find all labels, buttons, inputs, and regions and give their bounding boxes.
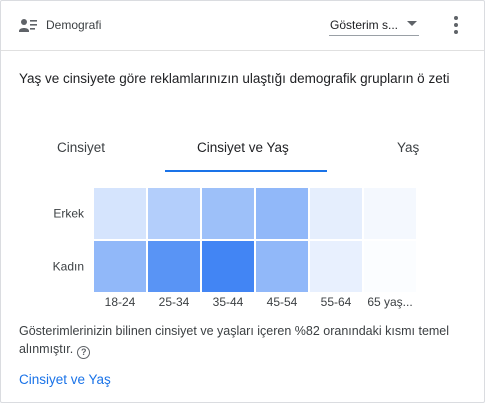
column-label: 45-54 [267, 295, 298, 309]
heatmap-cell[interactable] [310, 188, 362, 239]
row-label: Kadın [53, 260, 84, 274]
column-label: 25-34 [159, 295, 190, 309]
tab-gender-age-label: Cinsiyet ve Yaş [197, 140, 289, 155]
heatmap-cell[interactable] [94, 188, 146, 239]
card-header: Demografi Gösterim s... [1, 1, 484, 51]
metric-dropdown[interactable]: Gösterim s... [329, 14, 419, 36]
column-label: 18-24 [105, 295, 136, 309]
row-label: Erkek [53, 207, 85, 221]
tab-gender-label: Cinsiyet [57, 140, 106, 155]
tab-gender[interactable]: Cinsiyet [19, 129, 165, 172]
heatmap-cell[interactable] [202, 188, 254, 239]
heatmap-cell[interactable] [148, 241, 200, 292]
caret-down-icon [407, 21, 417, 26]
heatmap-cell[interactable] [364, 241, 416, 292]
heatmap-cell[interactable] [364, 188, 416, 239]
coverage-note: Gösterimlerinizin bilinen cinsiyet ve ya… [19, 322, 469, 359]
demographics-card: Demografi Gösterim s... Yaş ve cinsiyete… [0, 0, 485, 403]
heatmap-cell[interactable] [148, 188, 200, 239]
column-label: 35-44 [213, 295, 244, 309]
column-label: 55-64 [321, 295, 352, 309]
column-label: 65 yaş... [367, 295, 412, 309]
heatmap-cell[interactable] [94, 241, 146, 292]
more-vert-icon[interactable] [447, 13, 465, 37]
help-circle-icon[interactable]: ? [77, 346, 91, 359]
active-tab-indicator [165, 170, 327, 172]
tab-age-label: Yaş [397, 140, 420, 155]
tab-age[interactable]: Yaş [327, 129, 469, 172]
tab-bar: Cinsiyet Cinsiyet ve Yaş Yaş [19, 129, 469, 172]
heatmap-cell[interactable] [202, 241, 254, 292]
tab-gender-age[interactable]: Cinsiyet ve Yaş [165, 129, 327, 172]
card-description: Yaş ve cinsiyete göre reklamlarınızın ul… [19, 71, 450, 86]
heatmap-cell[interactable] [256, 241, 308, 292]
gender-age-link[interactable]: Cinsiyet ve Yaş [19, 372, 111, 387]
card-title: Demografi [46, 18, 102, 32]
demography-icon [19, 19, 37, 32]
metric-dropdown-value: Gösterim s... [330, 18, 399, 32]
heatmap-cell[interactable] [310, 241, 362, 292]
heatmap-cell[interactable] [256, 188, 308, 239]
